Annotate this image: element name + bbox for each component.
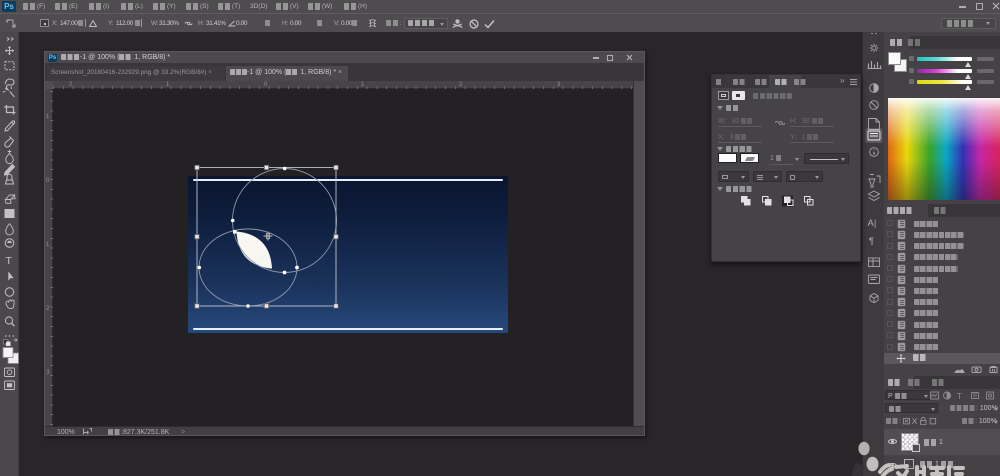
svg-text:T: T: [6, 255, 13, 267]
svg-text:¶: ¶: [869, 236, 874, 246]
svg-text:A|: A|: [868, 218, 877, 229]
svg-text:T: T: [957, 392, 962, 400]
